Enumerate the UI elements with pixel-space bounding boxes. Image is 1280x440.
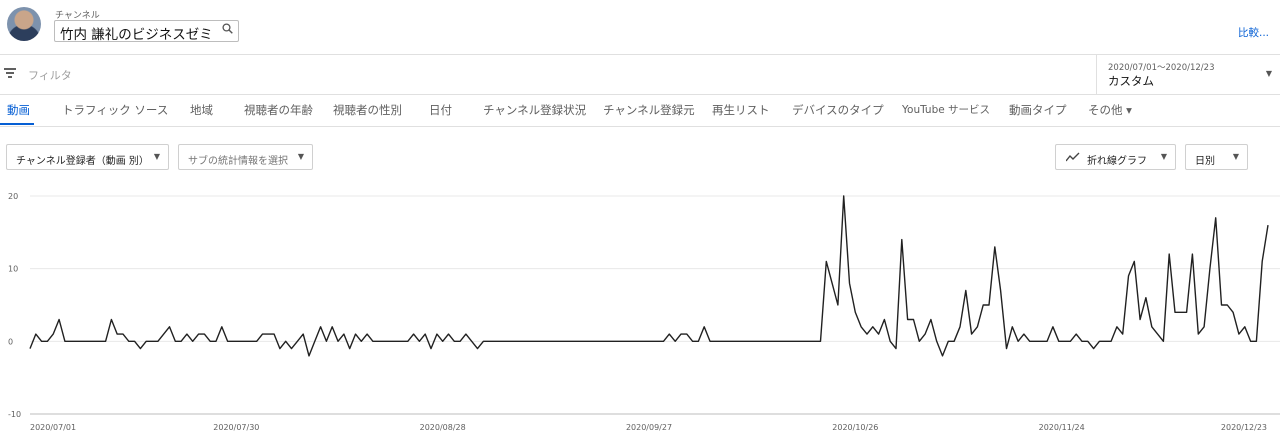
chart-type-label: 折れ線グラフ bbox=[1087, 156, 1147, 167]
date-range-text: 2020/07/01〜2020/12/23 bbox=[1108, 63, 1215, 73]
channel-selector[interactable]: 竹内 謙礼のビジネスゼミ bbox=[54, 20, 239, 43]
metric-label: チャンネル登録者（動画 別） bbox=[16, 156, 149, 167]
x-tick-label: 2020/10/26 bbox=[832, 423, 878, 432]
y-tick-label: 0 bbox=[8, 337, 13, 346]
tab-viewer-gender[interactable]: 視聴者の性別 bbox=[333, 102, 402, 118]
tab-geography[interactable]: 地域 bbox=[190, 102, 213, 118]
date-range-label: カスタム bbox=[1108, 74, 1154, 88]
tab-subscription-status[interactable]: チャンネル登録状況 bbox=[483, 102, 586, 118]
y-tick-label: 10 bbox=[8, 265, 18, 274]
tab-traffic-source[interactable]: トラフィック ソース bbox=[62, 102, 168, 118]
chevron-down-icon: ▼ bbox=[153, 152, 160, 161]
secondary-metric-label: サブの統計情報を選択 bbox=[188, 156, 288, 167]
filter-bar: フィルタ 2020/07/01〜2020/12/23 カスタム ▼ bbox=[0, 55, 1280, 95]
granularity-dropdown[interactable]: 日別 ▼ bbox=[1185, 144, 1248, 170]
tab-viewer-age[interactable]: 視聴者の年齢 bbox=[244, 102, 313, 118]
chevron-down-icon: ▼ bbox=[297, 152, 304, 161]
secondary-metric-dropdown[interactable]: サブの統計情報を選択 ▼ bbox=[178, 144, 313, 170]
channel-name: 竹内 謙礼のビジネスゼミ bbox=[60, 27, 213, 43]
compare-link[interactable]: 比較... bbox=[1238, 25, 1269, 40]
tab-content-type[interactable]: 動画タイプ bbox=[1009, 102, 1067, 118]
channel-avatar[interactable] bbox=[7, 7, 41, 41]
channel-header: チャンネル 竹内 謙礼のビジネスゼミ 比較... bbox=[0, 0, 1280, 55]
granularity-label: 日別 bbox=[1195, 156, 1215, 167]
search-icon[interactable] bbox=[222, 23, 233, 37]
tab-more[interactable]: その他 ▾ bbox=[1088, 102, 1132, 118]
metric-dropdown[interactable]: チャンネル登録者（動画 別） ▼ bbox=[6, 144, 169, 170]
line-chart-icon bbox=[1065, 152, 1080, 165]
chart-type-dropdown[interactable]: 折れ線グラフ ▼ bbox=[1055, 144, 1176, 170]
filter-input[interactable]: フィルタ bbox=[28, 67, 72, 83]
active-tab-indicator bbox=[0, 123, 34, 125]
tab-playlist[interactable]: 再生リスト bbox=[712, 102, 770, 118]
x-tick-label: 2020/11/24 bbox=[1039, 423, 1085, 432]
y-tick-label: 20 bbox=[8, 192, 18, 201]
tab-subscription-source[interactable]: チャンネル登録元 bbox=[603, 102, 695, 118]
dropdown-arrow-icon: ▼ bbox=[1265, 69, 1272, 78]
tab-device-type[interactable]: デバイスのタイプ bbox=[792, 102, 884, 118]
x-tick-label: 2020/07/01 bbox=[30, 423, 76, 432]
x-tick-label: 2020/08/28 bbox=[420, 423, 466, 432]
tab-video[interactable]: 動画 bbox=[7, 102, 30, 118]
dimension-tabs: 動画 トラフィック ソース 地域 視聴者の年齢 視聴者の性別 日付 チャンネル登… bbox=[0, 94, 1280, 127]
x-tick-label: 2020/12/23 bbox=[1221, 423, 1267, 432]
chevron-down-icon: ▼ bbox=[1160, 152, 1167, 161]
tab-date[interactable]: 日付 bbox=[429, 102, 452, 118]
x-tick-label: 2020/09/27 bbox=[626, 423, 672, 432]
filter-icon[interactable] bbox=[4, 68, 16, 78]
tab-youtube-product[interactable]: YouTube サービス bbox=[902, 102, 990, 117]
series-line bbox=[29, 195, 1269, 357]
x-tick-label: 2020/07/30 bbox=[213, 423, 259, 432]
line-chart: 20 10 0 -10 2020/07/01 2020/07/30 2020/08/28 20… bbox=[8, 192, 1280, 432]
chevron-down-icon: ▼ bbox=[1232, 152, 1239, 161]
y-tick-label: -10 bbox=[8, 410, 21, 419]
date-range-selector[interactable]: 2020/07/01〜2020/12/23 カスタム ▼ bbox=[1096, 55, 1280, 94]
